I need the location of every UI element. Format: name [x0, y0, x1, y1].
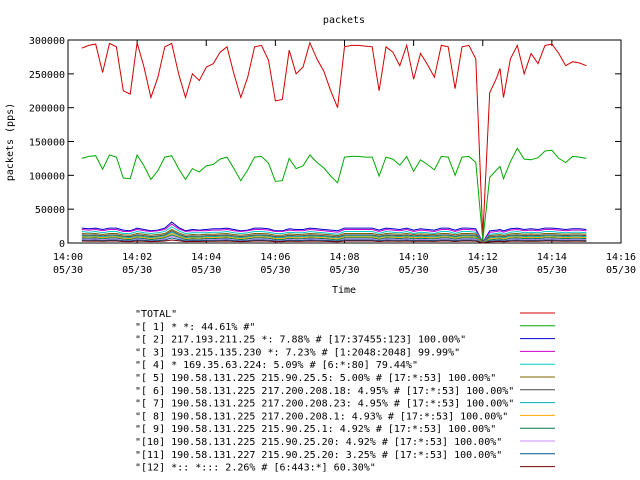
- x-tick-label: 14:10: [399, 252, 429, 263]
- x-tick-date-label: 05/30: [537, 265, 567, 276]
- x-tick-label: 14:08: [329, 252, 359, 263]
- chart-title: packets: [323, 15, 365, 26]
- legend-label: "[ 6] 190.58.131.225 217.200.208.18: 4.9…: [135, 386, 514, 397]
- x-tick-label: 14:16: [606, 252, 636, 263]
- plot-frame: [67, 39, 622, 244]
- x-tick-date-label: 05/30: [191, 265, 221, 276]
- legend: "TOTAL" "[ 1] * *: 44.61% #" "[ 2] 217.193…: [135, 309, 555, 474]
- legend-label: "[ 3] 193.215.135.230 *: 7.23% # [1:2048…: [135, 347, 460, 358]
- x-tick-date-label: 05/30: [122, 265, 152, 276]
- y-tick-label: 250000: [29, 70, 65, 81]
- x-tick-label: 14:12: [468, 252, 498, 263]
- legend-label: "[12] *:: *::: 2.26% # [6:443:*] 60.30%": [135, 463, 376, 474]
- legend-label: "[ 5] 190.58.131.225 215.90.25.5: 5.00% …: [135, 373, 496, 384]
- x-tick-date-label: 05/30: [53, 265, 83, 276]
- legend-label: "[ 7] 190.58.131.225 217.200.208.23: 4.9…: [135, 399, 514, 410]
- series-line-0: [81, 41, 587, 237]
- packets-chart: packets packets (pps) Time 0 50000 100000 1…: [5, 15, 636, 474]
- legend-label: "[ 1] * *: 44.61% #": [135, 322, 255, 333]
- x-tick-label: 14:00: [53, 252, 83, 263]
- series-line-1: [81, 147, 587, 241]
- y-tick-label: 0: [59, 239, 65, 250]
- x-tick-label: 14:06: [260, 252, 290, 263]
- legend-label: "[ 8] 190.58.131.225 217.200.208.1: 4.93…: [135, 411, 508, 422]
- x-tick-label: 14:14: [537, 252, 567, 263]
- x-tick-label: 14:02: [122, 252, 152, 263]
- y-tick-label: 100000: [29, 171, 65, 182]
- x-tick-date-label: 05/30: [329, 265, 359, 276]
- x-tick-label: 14:04: [191, 252, 221, 263]
- legend-label: "[11] 190.58.131.227 215.90.25.20: 3.25%…: [135, 450, 502, 461]
- legend-label: "[ 4] * 169.35.63.224: 5.09% # [6:*:80] …: [135, 360, 418, 371]
- x-axis-label: Time: [332, 285, 356, 296]
- legend-label: "[ 9] 190.58.131.225 215.90.25.1: 4.92% …: [135, 424, 496, 435]
- x-tick-date-label: 05/30: [606, 265, 636, 276]
- y-axis-label: packets (pps): [5, 103, 16, 181]
- y-tick-label: 50000: [35, 205, 65, 216]
- legend-label: "TOTAL": [135, 309, 177, 320]
- legend-label: "[ 2] 217.193.211.25 *: 7.88% # [17:3745…: [135, 335, 466, 346]
- x-tick-date-label: 05/30: [260, 265, 290, 276]
- plot-lines: [81, 41, 587, 244]
- y-tick-label: 150000: [29, 138, 65, 149]
- x-tick-date-label: 05/30: [468, 265, 498, 276]
- x-tick-date-label: 05/30: [399, 265, 429, 276]
- legend-label: "[10] 190.58.131.225 215.90.25.20: 4.92%…: [135, 437, 502, 448]
- y-tick-label: 300000: [29, 36, 65, 47]
- y-tick-label: 200000: [29, 104, 65, 115]
